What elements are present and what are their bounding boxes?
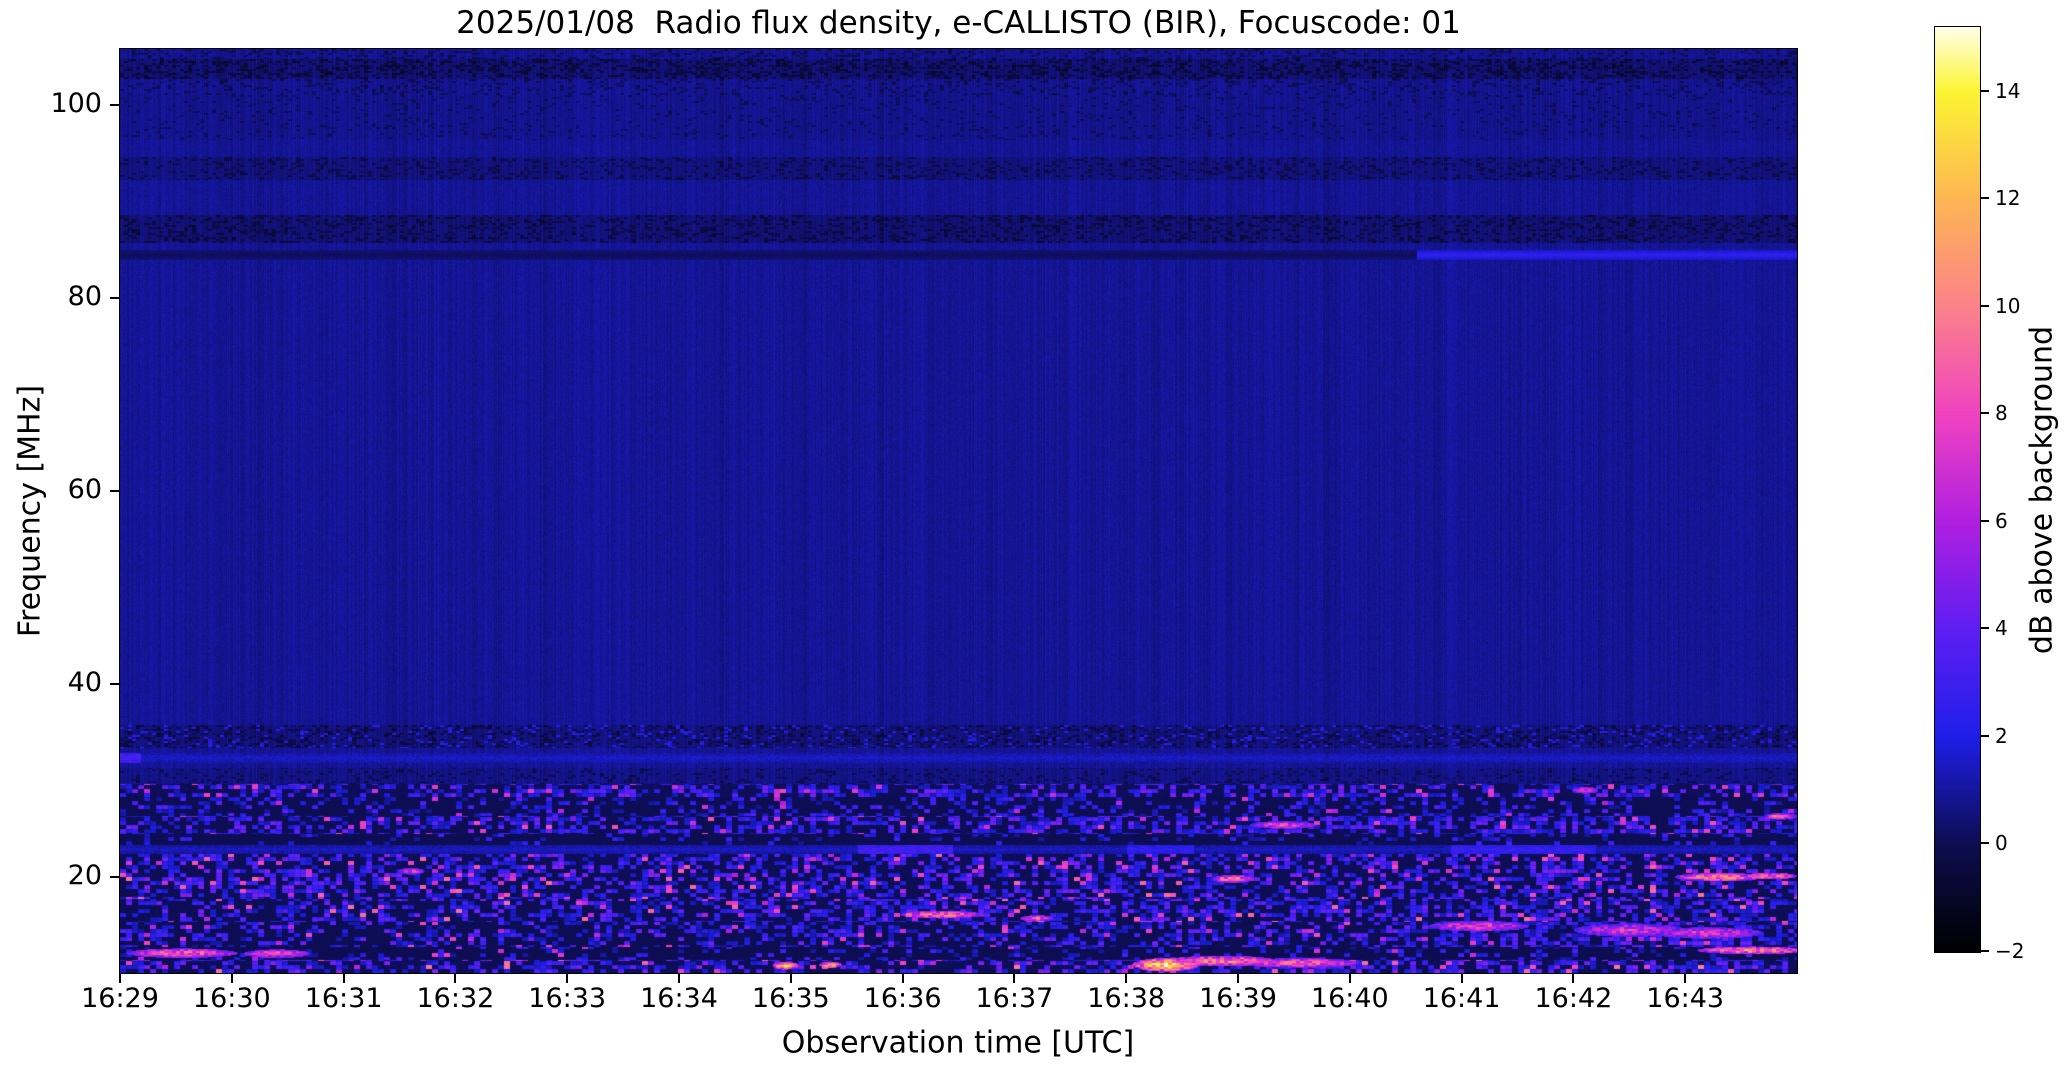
x-tick-label: 16:36 xyxy=(863,983,942,1014)
y-tick-mark xyxy=(110,296,119,299)
colorbar-tick-label: −2 xyxy=(1995,939,2025,963)
x-tick-mark xyxy=(119,974,121,983)
colorbar-tick-label: 2 xyxy=(1995,723,2008,748)
x-tick-mark xyxy=(230,974,233,983)
colorbar xyxy=(1934,26,1981,953)
y-tick-mark xyxy=(110,875,119,878)
x-tick-label: 16:32 xyxy=(416,983,495,1014)
colorbar-label: dB above background xyxy=(2024,325,2060,655)
y-axis-label: Frequency [MHz] xyxy=(12,384,48,638)
colorbar-tick-mark xyxy=(1981,734,1989,737)
x-tick-label: 16:35 xyxy=(751,983,830,1014)
colorbar-tick-label: 0 xyxy=(1995,831,2008,856)
colorbar-tick-mark xyxy=(1981,950,1989,952)
x-tick-label: 16:33 xyxy=(528,983,607,1014)
y-tick-label: 20 xyxy=(67,859,102,891)
x-tick-label: 16:39 xyxy=(1199,983,1277,1014)
colorbar-tick-label: 10 xyxy=(1995,293,2021,318)
y-tick-label: 40 xyxy=(67,666,102,698)
x-tick-label: 16:41 xyxy=(1422,983,1501,1014)
x-tick-label: 16:43 xyxy=(1646,983,1725,1014)
x-tick-mark xyxy=(1125,974,1128,983)
y-tick-mark xyxy=(110,103,119,106)
x-tick-mark xyxy=(1684,974,1687,983)
x-tick-label: 16:30 xyxy=(192,983,271,1014)
colorbar-tick-mark xyxy=(1981,89,1989,92)
y-tick-label: 60 xyxy=(67,473,102,505)
y-tick-mark xyxy=(110,682,119,685)
spectrogram-plot xyxy=(119,48,1798,974)
x-axis-label: Observation time [UTC] xyxy=(781,1025,1135,1061)
colorbar-tick-label: 12 xyxy=(1995,186,2021,211)
colorbar-tick-label: 8 xyxy=(1995,401,2008,426)
x-tick-label: 16:38 xyxy=(1087,983,1166,1014)
page-title: 2025/01/08 Radio flux density, e-CALLIST… xyxy=(456,5,1461,41)
colorbar-tick-label: 4 xyxy=(1995,616,2008,641)
x-tick-label: 16:37 xyxy=(975,983,1054,1014)
figure-root: 2025/01/08 Radio flux density, e-CALLIST… xyxy=(0,0,2066,1067)
x-tick-mark xyxy=(342,974,345,983)
x-tick-mark xyxy=(1460,974,1463,983)
x-tick-mark xyxy=(1348,974,1351,983)
x-tick-mark xyxy=(454,974,457,983)
x-tick-mark xyxy=(566,974,569,983)
colorbar-tick-label: 6 xyxy=(1995,508,2008,533)
y-tick-label: 100 xyxy=(50,87,102,119)
x-tick-label: 16:29 xyxy=(81,983,159,1014)
x-tick-mark xyxy=(789,974,792,983)
colorbar-tick-mark xyxy=(1981,627,1989,630)
x-tick-mark xyxy=(678,974,680,983)
x-tick-label: 16:42 xyxy=(1534,983,1613,1014)
x-tick-label: 16:31 xyxy=(304,983,383,1014)
x-tick-mark xyxy=(1237,974,1239,983)
y-tick-label: 80 xyxy=(67,280,102,312)
y-tick-mark xyxy=(110,489,119,492)
spectrogram-canvas xyxy=(120,49,1797,973)
x-tick-label: 16:40 xyxy=(1310,983,1389,1014)
colorbar-tick-mark xyxy=(1981,519,1989,522)
x-tick-label: 16:34 xyxy=(640,983,718,1014)
colorbar-tick-mark xyxy=(1981,842,1989,845)
x-tick-mark xyxy=(1572,974,1575,983)
colorbar-tick-mark xyxy=(1981,412,1989,415)
x-tick-mark xyxy=(1013,974,1016,983)
colorbar-tick-mark xyxy=(1981,197,1989,200)
colorbar-tick-label: 14 xyxy=(1995,78,2021,103)
x-tick-mark xyxy=(901,974,904,983)
colorbar-tick-mark xyxy=(1981,304,1989,307)
